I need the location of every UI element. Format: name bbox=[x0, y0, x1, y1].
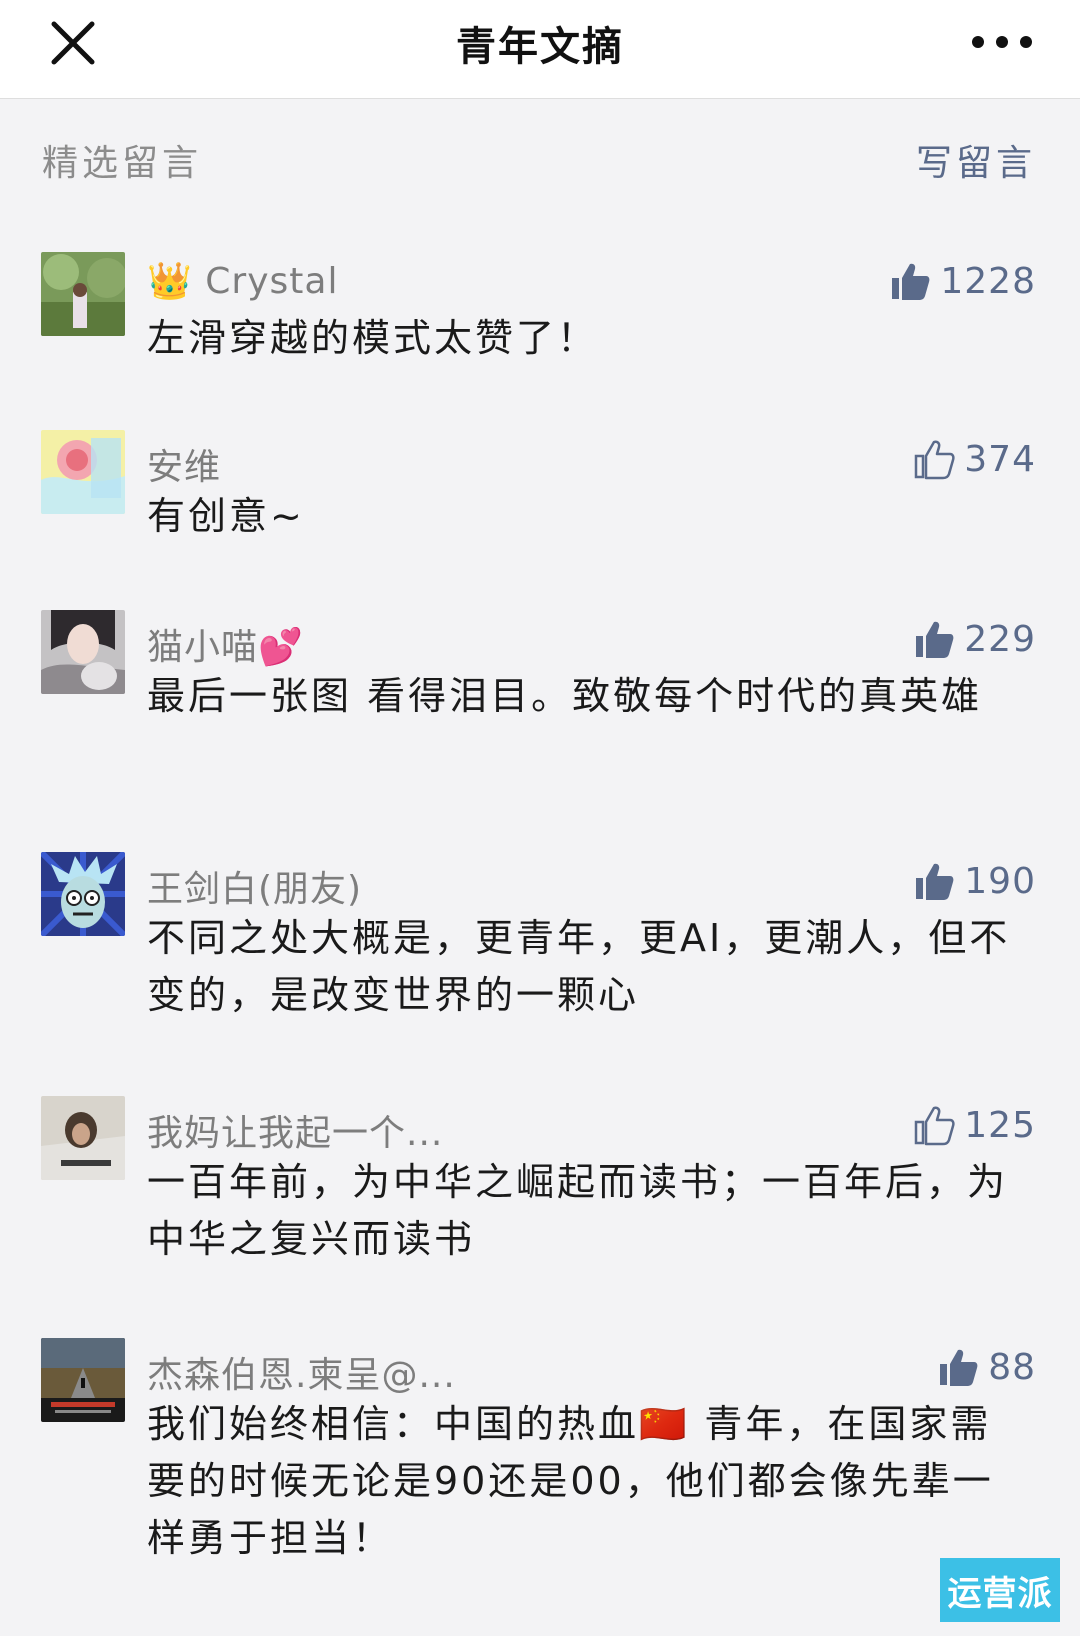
write-comment-link[interactable]: 写留言 bbox=[916, 134, 1036, 186]
comment-text: 最后一张图 看得泪目。致敬每个时代的真英雄 bbox=[147, 674, 983, 718]
thumbs-up-outline-icon bbox=[915, 1106, 955, 1146]
comment-text: 一百年前，为中华之崛起而读书；一百年后，为中华之复兴而读书 bbox=[147, 1160, 1009, 1261]
like-button[interactable]: 374 bbox=[912, 434, 1036, 484]
like-button[interactable]: 125 bbox=[912, 1100, 1036, 1150]
comment-nickname: 我妈让我起一个... bbox=[147, 1113, 444, 1154]
like-button[interactable]: 1228 bbox=[888, 256, 1036, 306]
page-title: 青年文摘 bbox=[456, 24, 624, 70]
thumbs-up-filled-icon bbox=[916, 863, 954, 900]
comment-nickname: 👑 Crystal bbox=[147, 261, 339, 302]
comment-text: 有创意~ bbox=[147, 494, 305, 538]
comment-nickname: 王剑白(朋友) bbox=[147, 869, 363, 910]
avatar[interactable] bbox=[41, 610, 125, 694]
like-button[interactable]: 88 bbox=[936, 1342, 1036, 1392]
thumbs-up-filled-icon bbox=[892, 263, 930, 300]
like-count: 374 bbox=[964, 438, 1036, 480]
thumbs-up-outline-icon bbox=[915, 440, 955, 480]
like-count: 1228 bbox=[940, 260, 1036, 302]
like-count: 88 bbox=[988, 1346, 1036, 1388]
avatar[interactable] bbox=[41, 1096, 125, 1180]
nav-bar: 青年文摘 bbox=[0, 0, 1080, 99]
like-count: 190 bbox=[964, 860, 1036, 902]
comment-text: 不同之处大概是，更青年，更AI，更潮人，但不变的，是改变世界的一颗心 bbox=[147, 916, 1011, 1017]
more-button[interactable] bbox=[972, 30, 1036, 54]
like-count: 229 bbox=[964, 618, 1036, 660]
comment-nickname: 猫小喵💕 bbox=[147, 627, 304, 668]
more-dots-icon bbox=[972, 36, 984, 48]
comment-text: 左滑穿越的模式太赞了！ bbox=[147, 316, 599, 360]
comments-header: 精选留言 写留言 bbox=[0, 128, 1080, 188]
avatar[interactable] bbox=[41, 252, 125, 336]
watermark-logo: 运营派 bbox=[940, 1558, 1060, 1622]
like-button[interactable]: 229 bbox=[912, 614, 1036, 664]
section-title: 精选留言 bbox=[42, 143, 203, 184]
comment-nickname: 杰森伯恩.柬呈@... bbox=[147, 1355, 456, 1396]
comment-text: 我们始终相信：中国的热血🇨🇳 青年，在国家需要的时候无论是90还是00，他们都会… bbox=[147, 1402, 994, 1560]
avatar[interactable] bbox=[41, 430, 125, 514]
thumbs-up-filled-icon bbox=[940, 1349, 978, 1386]
comment-nickname: 安维 bbox=[147, 447, 222, 488]
avatar[interactable] bbox=[41, 852, 125, 936]
like-count: 125 bbox=[964, 1104, 1036, 1146]
avatar[interactable] bbox=[41, 1338, 125, 1422]
like-button[interactable]: 190 bbox=[912, 856, 1036, 906]
thumbs-up-filled-icon bbox=[916, 621, 954, 658]
